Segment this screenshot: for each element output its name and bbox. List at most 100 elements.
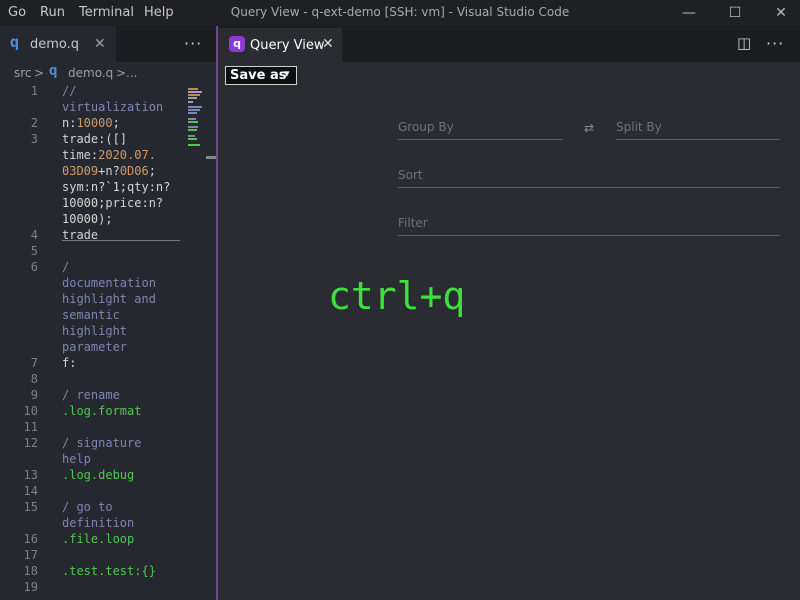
code-token: .file.loop xyxy=(62,532,135,546)
split-by-underline xyxy=(616,139,780,140)
code-editor[interactable]: 1 // virtualization 2 n:10000; 3 trade:([] time… xyxy=(0,84,204,600)
editor-scrollbar[interactable] xyxy=(204,84,216,600)
code-token: highlight xyxy=(62,324,128,338)
code-token: +n? xyxy=(98,164,120,178)
menu-go[interactable]: Go xyxy=(8,5,26,20)
group-by-placeholder: Group By xyxy=(398,120,454,134)
tab-label: Query View xyxy=(250,38,325,53)
code-line: trade:([] xyxy=(62,132,127,146)
minimize-icon[interactable]: — xyxy=(677,3,701,23)
breadcrumb-trail[interactable]: ... xyxy=(126,66,137,80)
line-number: 2 xyxy=(30,116,38,130)
line-number: 14 xyxy=(23,484,38,498)
minimap[interactable] xyxy=(186,86,204,166)
code-line: sym:n?`1;qty:n? xyxy=(62,180,170,194)
code-line: .file.loop xyxy=(62,532,134,546)
sort-underline xyxy=(398,187,780,188)
line-number: 13 xyxy=(23,468,38,482)
close-tab-icon[interactable]: ✕ xyxy=(322,36,334,52)
menu-help[interactable]: Help xyxy=(144,5,174,20)
line-number: 5 xyxy=(30,244,38,258)
code-token: sym:n?`1;qty:n? xyxy=(62,180,171,194)
line-number: 6 xyxy=(30,260,38,274)
tab-label: demo.q xyxy=(30,37,80,52)
more-actions-icon[interactable]: ··· xyxy=(766,34,784,53)
breadcrumb-separator: > xyxy=(116,66,127,80)
line-number: 9 xyxy=(30,388,38,402)
code-line: n:10000; xyxy=(62,116,120,130)
line-number: 11 xyxy=(23,420,38,434)
split-editor-icon[interactable]: ◫ xyxy=(737,34,751,52)
query-view-icon: q xyxy=(229,36,245,52)
filter-placeholder: Filter xyxy=(398,216,428,230)
query-view-panel xyxy=(218,62,800,600)
code-token: 2020.07. xyxy=(98,148,156,162)
code-token: highlight and xyxy=(62,292,156,306)
line-number: 10 xyxy=(23,404,38,418)
code-token: documentation xyxy=(62,276,156,290)
code-line: 10000;price:n? xyxy=(62,196,163,210)
line-number: 15 xyxy=(23,500,38,514)
code-line: definition xyxy=(62,516,134,530)
code-line: virtualization xyxy=(62,100,163,114)
menu-terminal[interactable]: Terminal xyxy=(79,5,134,20)
group-by-underline xyxy=(398,139,563,140)
swap-icon[interactable]: ⇄ xyxy=(584,121,594,135)
code-line: 03D09+n?0D06; xyxy=(62,164,156,178)
more-actions-icon[interactable]: ··· xyxy=(184,34,202,53)
line-number: 7 xyxy=(30,356,38,370)
menu-run[interactable]: Run xyxy=(40,5,65,20)
close-tab-icon[interactable]: ✕ xyxy=(94,36,106,52)
code-token: trade:([] xyxy=(62,132,128,146)
code-token: help xyxy=(62,452,91,466)
code-token: // xyxy=(62,84,77,98)
breadcrumb: src > q demo.q > ... xyxy=(0,62,216,84)
code-token: .test.test:{} xyxy=(62,564,156,578)
code-token: .log.format xyxy=(62,404,142,418)
breadcrumb-separator: > xyxy=(34,66,45,80)
code-token: 10000 xyxy=(76,116,113,130)
code-line: / signature xyxy=(62,436,141,450)
line-number: 12 xyxy=(23,436,38,450)
breadcrumb-folder[interactable]: src xyxy=(14,66,32,80)
maximize-icon[interactable]: ☐ xyxy=(723,3,747,23)
line-number: 4 xyxy=(30,228,38,242)
code-line: parameter xyxy=(62,340,127,354)
code-token: / xyxy=(62,260,70,274)
close-window-icon[interactable]: ✕ xyxy=(769,3,793,23)
line-number: 17 xyxy=(23,548,38,562)
code-token: 10000;price:n? xyxy=(62,196,164,210)
line-number: 18 xyxy=(23,564,38,578)
code-line: 10000); xyxy=(62,212,113,226)
code-line: .log.debug xyxy=(62,468,134,482)
code-line: f: xyxy=(62,356,76,370)
code-token: 10000); xyxy=(62,212,113,226)
tab-demo-q[interactable]: q demo.q ✕ xyxy=(0,26,116,62)
keyboard-shortcut-overlay: ctrl+q xyxy=(328,274,466,318)
code-line: time:2020.07. xyxy=(62,148,156,162)
title-bar: Go Run Terminal Help Query View - q-ext-… xyxy=(0,0,800,26)
code-line: highlight and xyxy=(62,292,156,306)
left-tab-strip: q demo.q ✕ ··· xyxy=(0,26,216,62)
code-line: documentation xyxy=(62,276,156,290)
code-line: // xyxy=(62,84,76,98)
code-line: .test.test:{} xyxy=(62,564,156,578)
breadcrumb-file[interactable]: demo.q xyxy=(68,66,113,80)
sort-placeholder: Sort xyxy=(398,168,423,182)
save-as-dropdown[interactable]: Save as ▾ xyxy=(225,66,297,85)
code-token: / go to xyxy=(62,500,113,514)
code-line: help xyxy=(62,452,91,466)
code-token: .log.debug xyxy=(62,468,135,482)
code-token: parameter xyxy=(62,340,128,354)
filter-underline xyxy=(398,235,780,236)
line-number: 16 xyxy=(23,532,38,546)
code-token: 03D09 xyxy=(62,164,99,178)
code-token: definition xyxy=(62,516,135,530)
q-file-icon: q xyxy=(49,63,58,79)
code-line: semantic xyxy=(62,308,120,322)
code-token: ; xyxy=(112,116,120,130)
code-token: ; xyxy=(148,164,156,178)
code-token: time: xyxy=(62,148,99,162)
code-token: n: xyxy=(62,116,77,130)
code-line: / go to xyxy=(62,500,113,514)
